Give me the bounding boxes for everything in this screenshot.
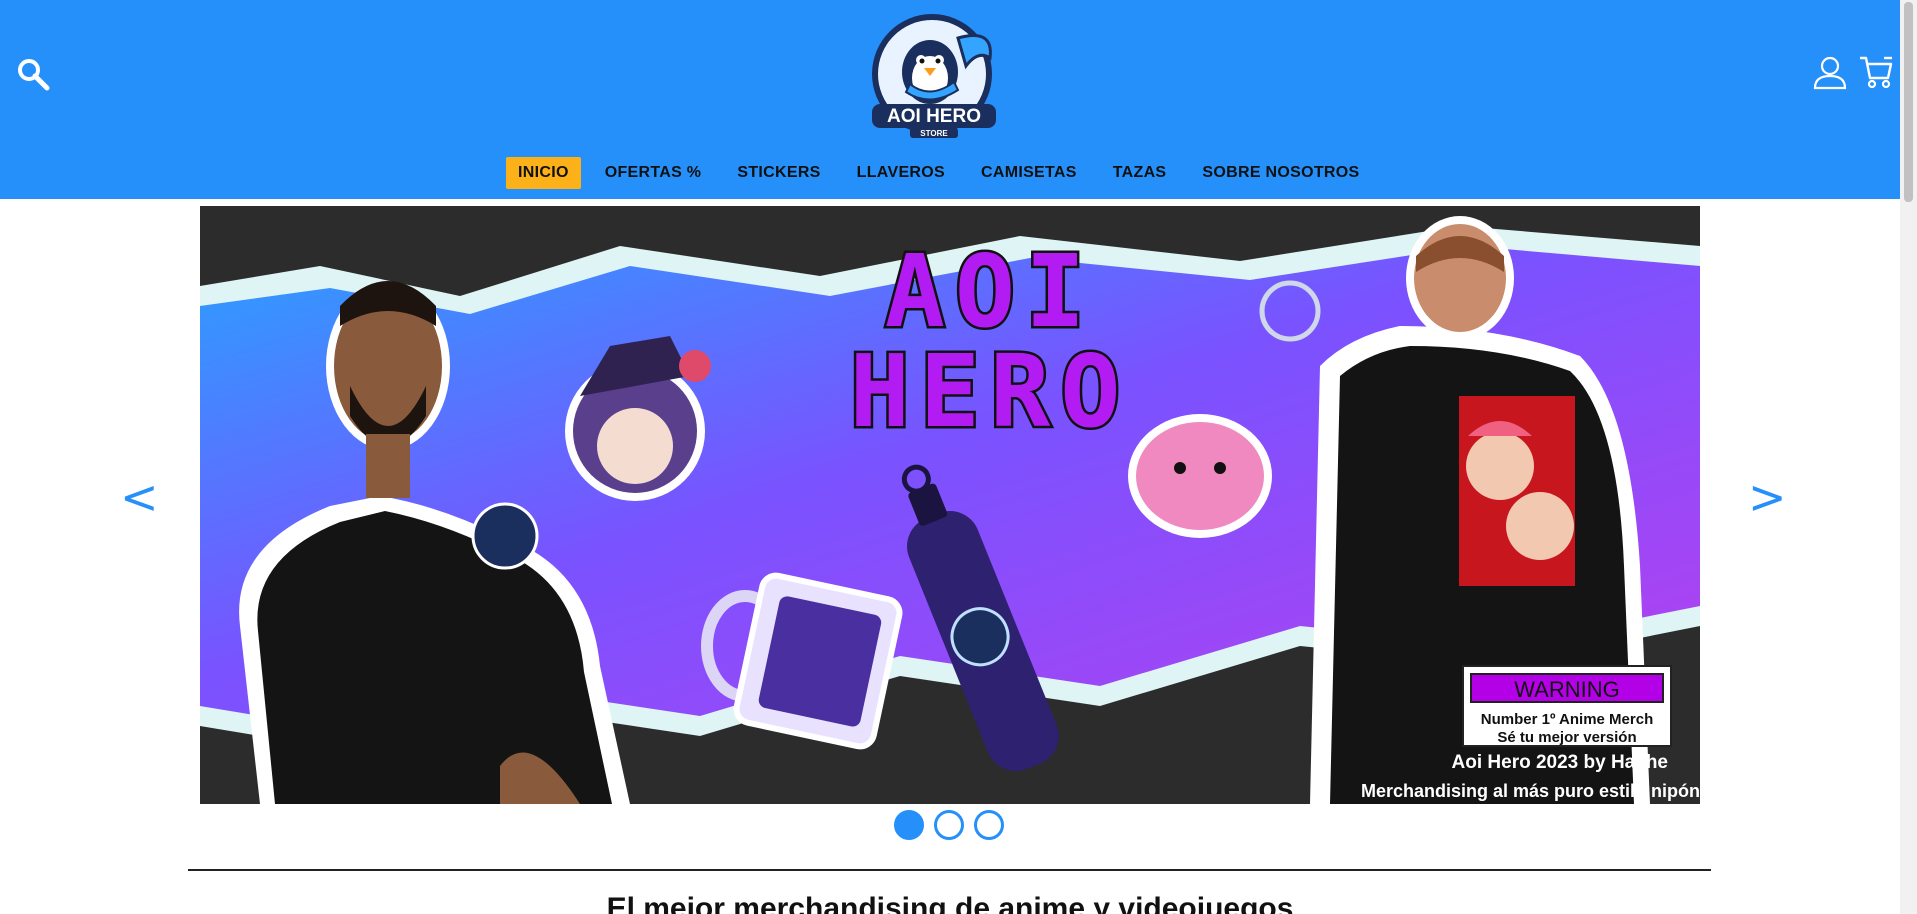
nav-item-tazas[interactable]: TAZAS [1101,157,1179,189]
warning-title: WARNING [1470,673,1664,703]
cart-icon [1860,56,1893,89]
carousel-prev-button[interactable]: < [120,474,159,520]
page: AOI HERO STORE INICIO OFERTAS % STICKERS [0,0,1917,914]
banner-title-line2: HERO [850,333,1131,450]
carousel-dots [894,810,1004,840]
nav-item-camisetas[interactable]: CAMISETAS [969,157,1089,189]
warning-line-2: Sé tu mejor versión [1497,729,1637,746]
carousel-dot-3[interactable] [974,810,1004,840]
carousel-next-button[interactable]: > [1748,474,1787,520]
page-scrollbar[interactable] [1900,0,1917,914]
user-icon [1813,56,1847,90]
warning-box: WARNING Number 1º Anime Merch Sé tu mejo… [1462,665,1672,747]
nav-item-inicio[interactable]: INICIO [506,157,581,189]
nav-item-stickers[interactable]: STICKERS [725,157,832,189]
logo-text: AOI HERO [887,106,981,127]
penguin-logo-icon: AOI HERO STORE [872,14,996,138]
hero-banner[interactable]: AOI HERO WARNING Number 1º Anime Merch S… [200,206,1700,804]
banner-tagline: Merchandising al más puro estilo nipón [1360,781,1700,801]
main-nav: INICIO OFERTAS % STICKERS LLAVEROS CAMIS… [506,157,1384,189]
carousel-dot-2[interactable] [934,810,964,840]
search-icon [18,59,50,91]
section-divider [188,869,1711,871]
cart-button[interactable] [1858,54,1894,90]
banner-credit: Aoi Hero 2023 by Hache [1451,752,1668,773]
scrollbar-thumb[interactable] [1904,2,1913,202]
carousel-dot-1[interactable] [894,810,924,840]
search-button[interactable] [14,55,54,95]
nav-item-llaveros[interactable]: LLAVEROS [845,157,957,189]
section-title: El mejor merchandising de anime y videoj… [606,892,1294,914]
nav-item-ofertas[interactable]: OFERTAS % [593,157,714,189]
nav-item-sobre-nosotros[interactable]: SOBRE NOSOTROS [1190,157,1371,189]
logo-subtext: STORE [920,129,948,138]
site-header: AOI HERO STORE INICIO OFERTAS % STICKERS [0,0,1900,199]
warning-line-1: Number 1º Anime Merch [1480,711,1654,728]
account-button[interactable] [1811,54,1849,92]
store-logo[interactable]: AOI HERO STORE [866,10,1002,140]
